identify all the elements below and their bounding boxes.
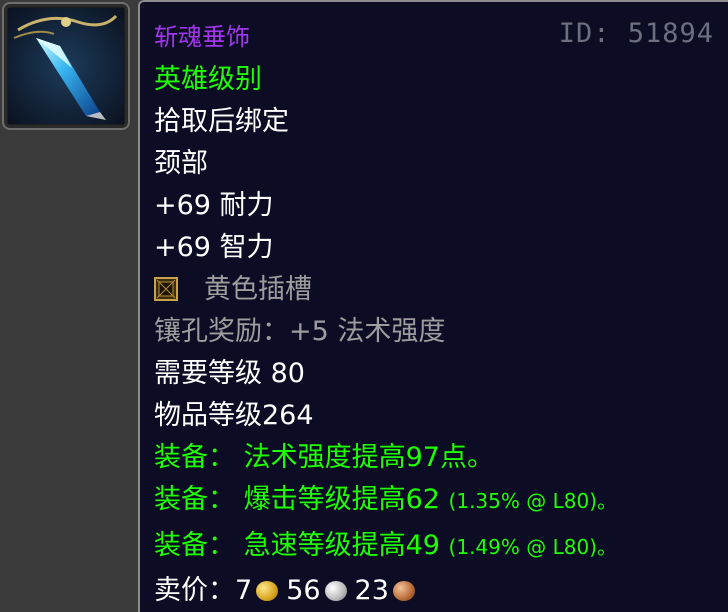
silver-amount: 56 bbox=[286, 575, 321, 606]
socket-bonus: 镶孔奖励：+5 法术强度 bbox=[154, 316, 446, 347]
gold-coin-icon bbox=[256, 581, 279, 601]
yellow-socket-icon bbox=[154, 277, 178, 301]
socket-label: 黄色插槽 bbox=[204, 274, 312, 305]
equip-note: (1.35% @ L80)。 bbox=[448, 489, 617, 513]
item-slot: 颈部 bbox=[154, 148, 208, 179]
equip-crit: 装备： 爆击等级提高62 (1.35% @ L80)。 bbox=[154, 483, 617, 518]
equip-text: 装备： 爆击等级提高62 bbox=[154, 484, 440, 515]
equip-text: 装备： 急速等级提高49 bbox=[154, 530, 440, 561]
equip-note: (1.49% @ L80)。 bbox=[448, 535, 617, 559]
stat-intellect: +69 智力 bbox=[154, 232, 274, 263]
copper-amount: 23 bbox=[354, 575, 389, 606]
equip-haste: 装备： 急速等级提高49 (1.49% @ L80)。 bbox=[154, 529, 617, 564]
copper-coin-icon bbox=[392, 581, 415, 601]
item-tooltip: 斩魂垂饰 ID: 51894 英雄级别 拾取后绑定 颈部 +69 耐力 +69 … bbox=[138, 0, 728, 612]
item-id: ID: 51894 bbox=[558, 18, 714, 49]
item-quality: 英雄级别 bbox=[154, 64, 262, 95]
required-level: 需要等级 80 bbox=[154, 358, 305, 389]
equip-spell-power: 装备： 法术强度提高97点。 bbox=[154, 441, 494, 475]
socket-line: 黄色插槽 bbox=[154, 273, 312, 307]
stat-stamina: +69 耐力 bbox=[154, 190, 274, 221]
item-level: 物品等级264 bbox=[154, 400, 314, 431]
sell-price: 卖价：7 56 23 bbox=[154, 574, 423, 608]
item-binding: 拾取后绑定 bbox=[154, 106, 289, 137]
silver-coin-icon bbox=[324, 581, 347, 601]
sell-label: 卖价： bbox=[154, 575, 235, 606]
left-panel bbox=[0, 0, 138, 612]
item-name: 斩魂垂饰 bbox=[154, 23, 250, 51]
pendant-icon[interactable] bbox=[2, 2, 130, 130]
equip-text: 装备： 法术强度提高97点。 bbox=[154, 442, 494, 473]
gold-amount: 7 bbox=[235, 575, 253, 606]
